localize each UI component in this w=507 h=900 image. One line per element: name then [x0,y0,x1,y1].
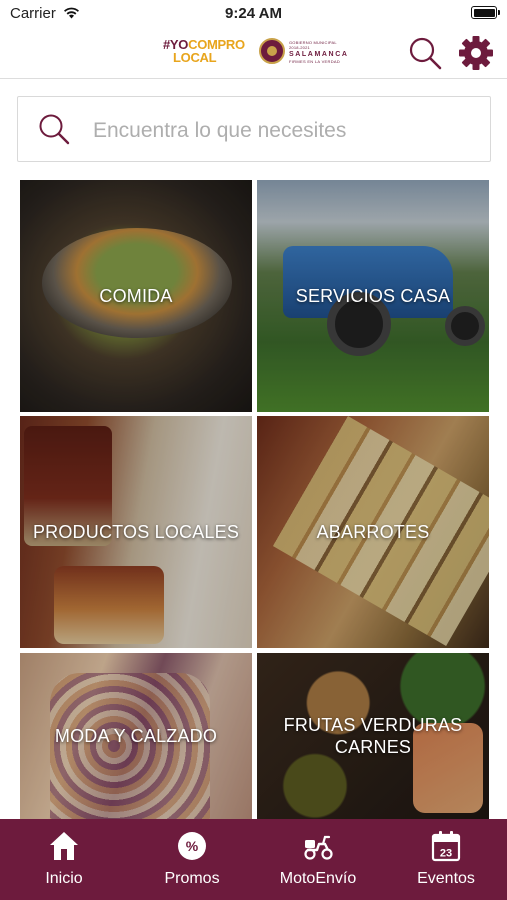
svg-text:%: % [186,838,199,854]
category-tile-productos-locales[interactable]: PRODUCTOS LOCALES [20,416,252,648]
category-label: FRUTAS VERDURAS CARNES [283,715,463,757]
category-tile-moda-y-calzado[interactable]: MODA Y CALZADO [20,653,252,819]
tab-motoenvio[interactable]: MotoEnvío [255,819,381,900]
battery-icon [471,6,500,19]
category-tile-abarrotes[interactable]: ABARROTES [257,416,489,648]
tab-eventos[interactable]: 23 Eventos [383,819,507,900]
app-header: #YOCOMPRO LOCAL GOBIERNO MUNICIPAL 2018-… [0,28,507,79]
category-label: SERVICIOS CASA [295,286,451,306]
calendar-day: 23 [440,848,452,860]
search-icon[interactable] [408,36,442,70]
gear-icon[interactable] [457,34,495,72]
category-label: MODA Y CALZADO [54,726,218,746]
search-bar[interactable] [17,96,491,162]
category-label: COMIDA [99,286,173,306]
category-tile-comida[interactable]: COMIDA [20,180,252,412]
salamanca-seal-icon [259,38,285,64]
scooter-icon [304,835,333,860]
category-tile-frutas-verduras-carnes[interactable]: FRUTAS VERDURAS CARNES [257,653,489,819]
home-icon [50,832,78,860]
category-label: PRODUCTOS LOCALES [32,522,240,542]
percent-badge-icon: % [178,832,206,860]
yocompro-local-logo[interactable]: #YOCOMPRO LOCAL [163,38,245,64]
calendar-icon: 23 [431,831,461,862]
category-label: ABARROTES [316,522,430,542]
tab-inicio[interactable]: Inicio [1,819,127,900]
municipality-logo: GOBIERNO MUNICIPAL 2018-2021 SALAMANCA F… [289,40,349,64]
tab-promos[interactable]: % Promos [129,819,255,900]
bottom-tab-bar: Inicio % Promos MotoEnvío 23 Eventos [0,819,507,900]
category-tile-servicios-casa[interactable]: SERVICIOS CASA [257,180,489,412]
search-icon [39,114,70,145]
status-bar: Carrier 9:24 AM [0,0,507,28]
status-time: 9:24 AM [225,5,282,22]
search-input[interactable] [91,113,475,149]
